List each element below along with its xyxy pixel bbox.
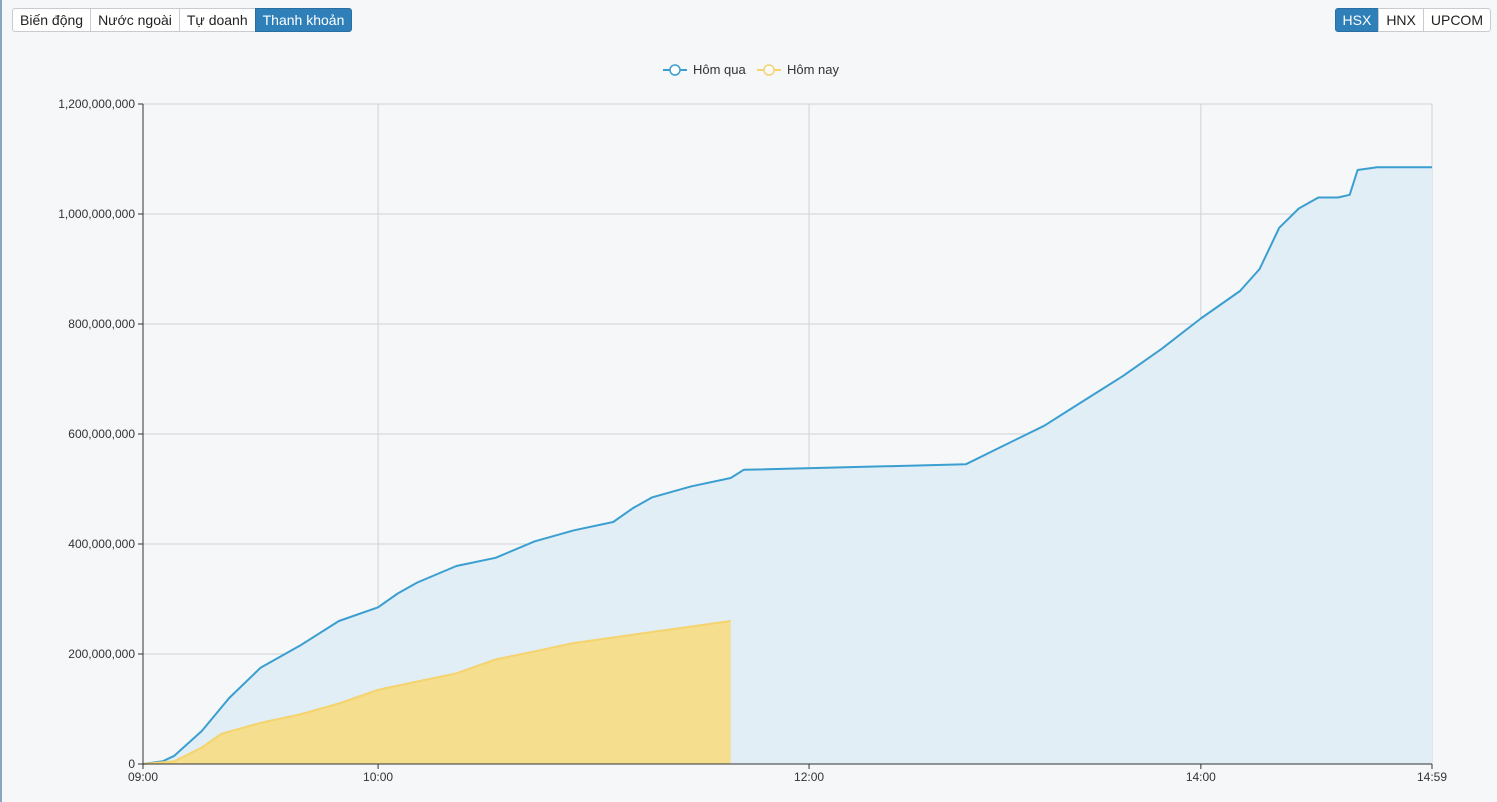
x-tick-label: 12:00 [794,770,824,784]
area-layer [142,166,1432,765]
y-tick-label: 200,000,000 [68,647,135,661]
x-tick-label: 09:00 [128,770,158,784]
legend: Hôm qua Hôm nay [663,62,840,77]
legend-label-0: Hôm qua [693,62,747,77]
y-tick-label: 1,200,000,000 [58,97,135,111]
y-tick-label: 0 [128,757,135,771]
y-tick-label: 600,000,000 [68,427,135,441]
x-tick-label: 14:00 [1186,770,1216,784]
legend-label-1: Hôm nay [787,62,840,77]
y-tick-label: 400,000,000 [68,537,135,551]
x-tick-label: 10:00 [363,770,393,784]
x-tick-label: 14:59 [1417,770,1447,784]
series-area-0 [143,167,1432,765]
legend-marker-0 [669,64,681,76]
liquidity-chart: 0 200,000,000 400,000,000 600,000,000 800,00… [58,62,1447,784]
y-tick-label: 800,000,000 [68,317,135,331]
y-tick-label: 1,000,000,000 [58,207,135,221]
legend-marker-1 [763,64,775,76]
